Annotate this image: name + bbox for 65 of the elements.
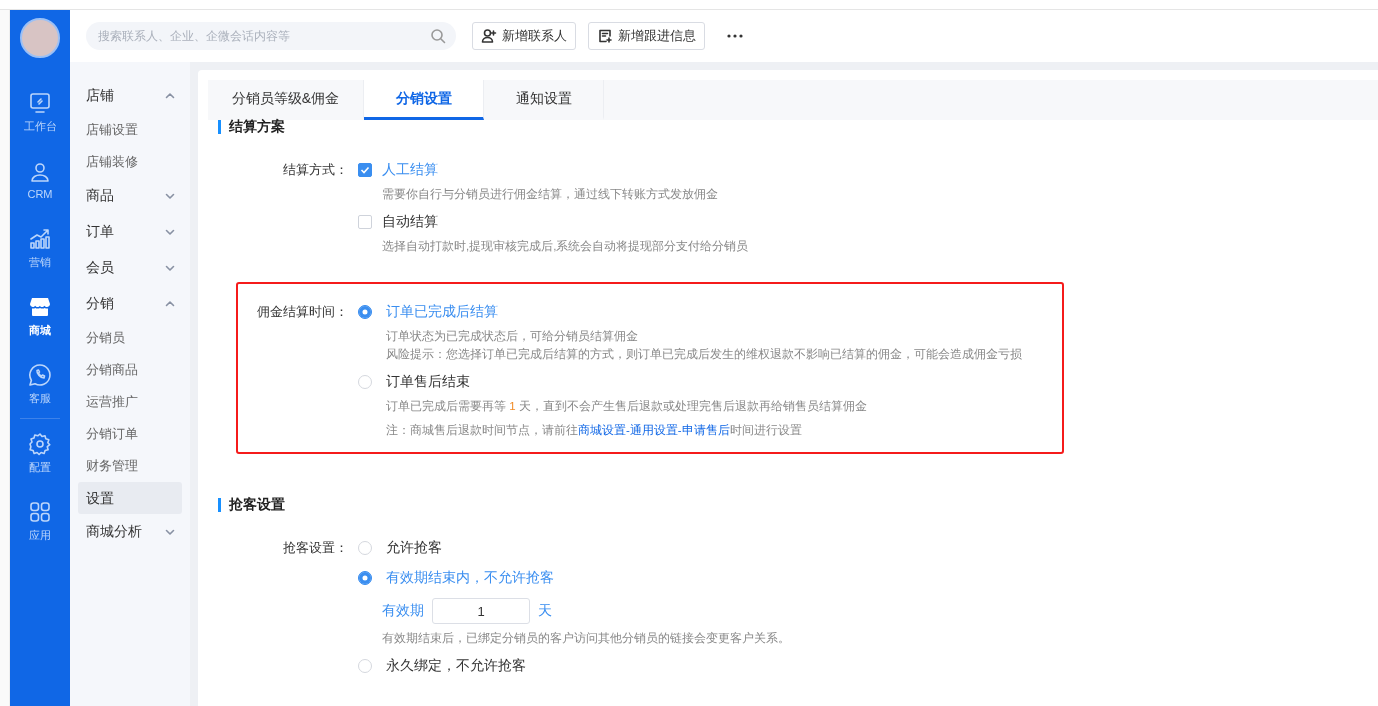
- grid-icon: [28, 499, 52, 524]
- option-label: 人工结算: [382, 161, 438, 179]
- option-label: 永久绑定，不允许抢客: [386, 657, 526, 675]
- hint-text: 订单已完成后需要再等 1 天，直到不会产生售后退款或处理完售后退款再给销售员结算佣金: [386, 399, 868, 414]
- menu-group[interactable]: 商城分析: [78, 514, 182, 550]
- menu-group[interactable]: 商品: [78, 178, 182, 214]
- radio-button[interactable]: [358, 305, 372, 319]
- option-label: 订单售后结束: [386, 373, 470, 391]
- nav-item[interactable]: 工作台: [10, 78, 70, 146]
- number-input[interactable]: 1: [432, 598, 530, 624]
- menu-item[interactable]: 分销订单: [78, 418, 182, 450]
- tab[interactable]: 分销设置: [364, 80, 484, 120]
- field-label: 佣金结算时间：: [256, 303, 349, 321]
- hint-text: 风险提示：您选择订单已完成后结算的方式，则订单已完成后发生的维权退款不影响已结算的佣金，可能会造成佣金亏损: [386, 347, 1022, 362]
- add-person-icon: [481, 28, 497, 44]
- menu-item[interactable]: 店铺设置: [78, 114, 182, 146]
- phone-chat-icon: [28, 362, 52, 387]
- radio-button[interactable]: [358, 571, 372, 585]
- validity-label: 有效期: [382, 602, 424, 620]
- menu-item[interactable]: 设置: [78, 482, 182, 514]
- toolbar-button[interactable]: 新增跟进信息: [588, 22, 705, 50]
- checkmark-icon: [360, 165, 370, 175]
- unit-label: 天: [538, 602, 552, 620]
- menu-group[interactable]: 订单: [78, 214, 182, 250]
- nav-item[interactable]: CRM: [10, 146, 70, 214]
- monitor-icon: [28, 90, 52, 115]
- nav-item[interactable]: 应用: [10, 487, 70, 555]
- menu-group[interactable]: 店铺: [78, 78, 182, 114]
- option-label: 订单已完成后结算: [386, 303, 498, 321]
- menu-item[interactable]: 分销员: [78, 322, 182, 354]
- section-title: 抢客设置: [218, 498, 1378, 512]
- menu-item[interactable]: 分销商品: [78, 354, 182, 386]
- note-icon: [597, 28, 613, 44]
- checkbox[interactable]: [358, 215, 372, 229]
- section-title: 结算方案: [218, 120, 1378, 134]
- hint-text: 注：商城售后退款时间节点，请前往商城设置-通用设置-申请售后时间进行设置: [386, 423, 803, 438]
- search-field[interactable]: 搜索联系人、企业、企微会话内容等: [86, 22, 456, 50]
- growth-chart-icon: [28, 226, 52, 251]
- hint-text: 有效期结束后，已绑定分销员的客户访问其他分销员的链接会变更客户关系。: [382, 631, 790, 646]
- menu-item[interactable]: 财务管理: [78, 450, 182, 482]
- search-icon: [430, 28, 446, 44]
- gear-icon: [28, 431, 52, 456]
- tab[interactable]: 通知设置: [484, 80, 604, 120]
- hint-text: 需要你自行与分销员进行佣金结算，通过线下转账方式发放佣金: [382, 187, 719, 202]
- nav-item[interactable]: 客服: [10, 350, 70, 418]
- menu-item[interactable]: 运营推广: [78, 386, 182, 418]
- field-label: 抢客设置：: [282, 539, 349, 557]
- more-icon[interactable]: [727, 34, 743, 38]
- nav-item[interactable]: 商城: [10, 282, 70, 350]
- menu-group[interactable]: 会员: [78, 250, 182, 286]
- hint-text: 选择自动打款时,提现审核完成后,系统会自动将提现部分支付给分销员: [382, 239, 749, 254]
- option-label: 允许抢客: [386, 539, 442, 557]
- menu-group[interactable]: 分销: [78, 286, 182, 322]
- option-label: 自动结算: [382, 213, 438, 231]
- menu-item[interactable]: 店铺装修: [78, 146, 182, 178]
- person-icon: [28, 160, 52, 184]
- toolbar-button[interactable]: 新增联系人: [472, 22, 576, 50]
- settings-link[interactable]: 商城设置-通用设置-申请售后: [578, 424, 730, 436]
- checkbox[interactable]: [358, 163, 372, 177]
- field-label: 结算方式：: [282, 161, 349, 179]
- nav-item[interactable]: 配置: [10, 419, 70, 487]
- option-label: 有效期结束内，不允许抢客: [386, 569, 554, 587]
- nav-item[interactable]: 营销: [10, 214, 70, 282]
- avatar[interactable]: [20, 18, 60, 58]
- hint-text: 订单状态为已完成状态后，可给分销员结算佣金: [386, 329, 639, 344]
